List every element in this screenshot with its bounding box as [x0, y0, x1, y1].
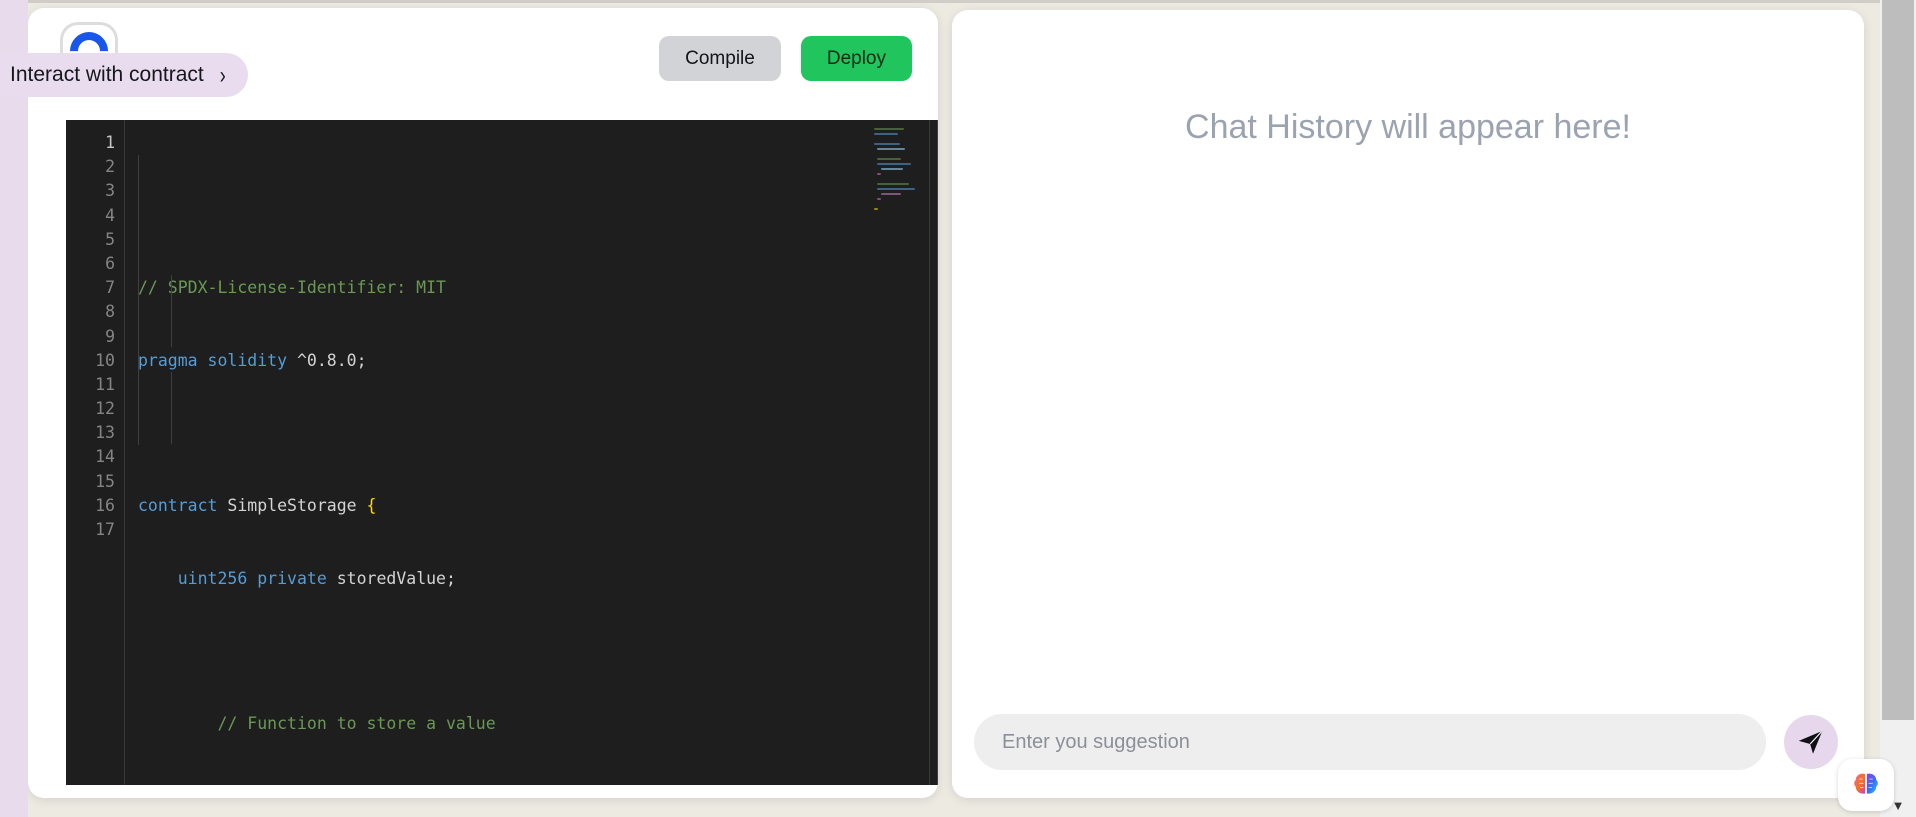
code-token-comment: // Function to store a value — [177, 713, 496, 733]
line-number: 10 — [95, 350, 115, 370]
line-number: 4 — [105, 205, 115, 225]
code-line-4: contract SimpleStorage { — [138, 496, 377, 515]
line-number: 11 — [95, 374, 115, 394]
left-edge-rail — [0, 0, 28, 817]
window-vertical-scrollbar[interactable]: ▼ — [1880, 0, 1916, 817]
indent-guide — [171, 372, 172, 444]
code-token-comment: // SPDX-License-Identifier: MIT — [138, 278, 446, 298]
line-number: 8 — [105, 302, 115, 322]
line-number: 1 — [105, 133, 115, 152]
code-editor[interactable]: 1 2 3 4 5 6 7 8 9 10 11 12 13 14 15 16 1 — [66, 120, 938, 785]
chat-history-area: Chat History will appear here! — [952, 10, 1864, 686]
chat-panel: Chat History will appear here! — [952, 10, 1864, 798]
line-number: 6 — [105, 253, 115, 273]
interact-with-contract-label: Interact with contract — [10, 63, 204, 86]
code-line-8: function set(uint256 _value) public { — [138, 784, 938, 785]
code-line-2: pragma solidity ^0.8.0; — [138, 350, 367, 370]
chat-empty-state-text: Chat History will appear here! — [1185, 108, 1631, 146]
deploy-button[interactable]: Deploy — [800, 35, 912, 81]
toolbar-actions: Compile Deploy — [659, 35, 912, 81]
ai-assistant-launcher[interactable] — [1838, 759, 1894, 811]
compile-button[interactable]: Compile — [659, 35, 781, 81]
brain-icon — [1854, 773, 1878, 795]
line-number: 9 — [105, 326, 115, 346]
line-number: 15 — [95, 471, 115, 491]
line-number: 3 — [105, 181, 115, 201]
line-number: 13 — [95, 423, 115, 443]
line-number: 14 — [95, 447, 115, 467]
code-line-1: // SPDX-License-Identifier: MIT — [138, 276, 938, 300]
line-number: 12 — [95, 399, 115, 419]
window-top-divider — [28, 0, 1880, 3]
line-number: 17 — [95, 520, 115, 539]
send-button[interactable] — [1784, 715, 1838, 769]
line-number: 7 — [105, 278, 115, 298]
editor-line-number-gutter: 1 2 3 4 5 6 7 8 9 10 11 12 13 14 15 16 1 — [66, 120, 124, 785]
code-line-5: uint256 private storedValue; — [177, 568, 456, 588]
line-number: 2 — [105, 157, 115, 177]
indent-guide — [138, 155, 139, 445]
code-text-area[interactable]: // SPDX-License-Identifier: MIT pragma s… — [124, 120, 938, 785]
window-scrollbar-thumb[interactable] — [1882, 0, 1914, 720]
interact-with-contract-tab[interactable]: Interact with contract › — [0, 53, 248, 97]
indent-guide — [171, 275, 172, 347]
suggestion-input[interactable] — [974, 714, 1766, 770]
chat-input-bar — [952, 686, 1864, 798]
line-number: 5 — [105, 229, 115, 249]
editor-panel: Compile Deploy 1 2 3 4 5 6 7 8 9 10 11 1… — [28, 8, 938, 798]
line-number: 16 — [95, 495, 115, 515]
app-root: Compile Deploy 1 2 3 4 5 6 7 8 9 10 11 1… — [0, 0, 1916, 817]
chevron-right-icon: › — [219, 60, 226, 88]
code-line-7: // Function to store a value — [138, 712, 938, 736]
send-paper-plane-icon — [1798, 730, 1823, 754]
